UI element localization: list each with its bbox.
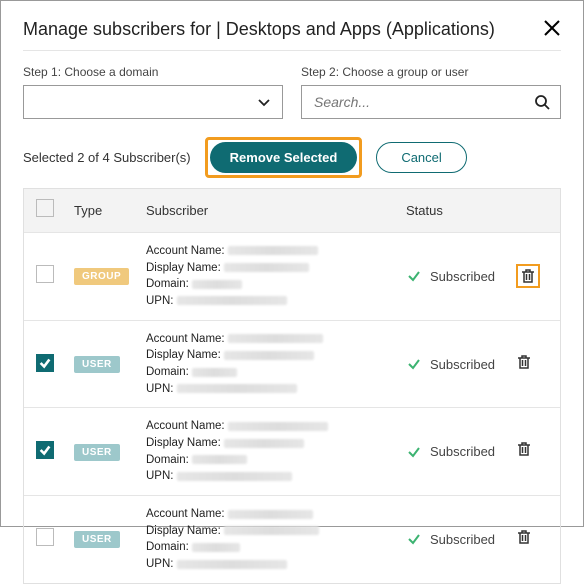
delete-row-button[interactable] xyxy=(516,264,540,288)
steps-row: Step 1: Choose a domain Step 2: Choose a… xyxy=(23,65,561,119)
table-body: GROUP Account Name: Display Name: Domain:… xyxy=(24,233,560,583)
table-row: USER Account Name: Display Name: Domain: … xyxy=(24,321,560,409)
col-subscriber-header: Subscriber xyxy=(146,203,406,218)
action-row: Selected 2 of 4 Subscriber(s) Remove Sel… xyxy=(23,137,561,178)
type-badge: GROUP xyxy=(74,268,129,285)
status-cell: Subscribed xyxy=(406,444,516,460)
col-status-header: Status xyxy=(406,203,516,218)
row-checkbox[interactable] xyxy=(36,528,54,546)
close-button[interactable] xyxy=(543,19,561,37)
delete-row-button[interactable] xyxy=(516,354,532,370)
trash-icon xyxy=(520,268,536,284)
remove-selected-button[interactable]: Remove Selected xyxy=(210,142,358,173)
trash-icon xyxy=(516,529,532,545)
status-label: Subscribed xyxy=(430,532,495,547)
step-search-label: Step 2: Choose a group or user xyxy=(301,65,561,79)
step-domain-label: Step 1: Choose a domain xyxy=(23,65,283,79)
row-checkbox[interactable] xyxy=(36,265,54,283)
subscriber-details: Account Name: Display Name: Domain: UPN: xyxy=(146,243,406,310)
trash-icon xyxy=(516,354,532,370)
step-domain: Step 1: Choose a domain xyxy=(23,65,283,119)
col-type-header: Type xyxy=(74,203,146,218)
check-icon xyxy=(406,444,422,460)
domain-select[interactable] xyxy=(23,85,283,119)
remove-selected-highlight: Remove Selected xyxy=(205,137,363,178)
delete-row-button[interactable] xyxy=(516,441,532,457)
row-checkbox[interactable] xyxy=(36,441,54,459)
search-wrap xyxy=(301,85,561,119)
status-cell: Subscribed xyxy=(406,531,516,547)
check-icon xyxy=(406,356,422,372)
subscriber-details: Account Name: Display Name: Domain: UPN: xyxy=(146,418,406,485)
table-row: USER Account Name: Display Name: Domain: … xyxy=(24,496,560,583)
dialog-header: Manage subscribers for | Desktops and Ap… xyxy=(23,19,561,51)
close-icon xyxy=(543,19,561,37)
row-checkbox[interactable] xyxy=(36,354,54,372)
type-badge: USER xyxy=(74,531,120,548)
table-header: Type Subscriber Status xyxy=(24,189,560,233)
status-label: Subscribed xyxy=(430,444,495,459)
delete-row-button[interactable] xyxy=(516,529,532,545)
trash-icon xyxy=(516,441,532,457)
type-badge: USER xyxy=(74,356,120,373)
check-icon xyxy=(406,531,422,547)
select-all-checkbox[interactable] xyxy=(36,199,54,217)
check-icon xyxy=(406,268,422,284)
table-row: GROUP Account Name: Display Name: Domain:… xyxy=(24,233,560,321)
table-row: USER Account Name: Display Name: Domain: … xyxy=(24,408,560,496)
status-label: Subscribed xyxy=(430,357,495,372)
manage-subscribers-dialog: Manage subscribers for | Desktops and Ap… xyxy=(0,0,584,527)
dialog-title: Manage subscribers for | Desktops and Ap… xyxy=(23,19,495,40)
type-badge: USER xyxy=(74,444,120,461)
subscribers-table: Type Subscriber Status GROUP Account Name… xyxy=(23,188,561,584)
cancel-button[interactable]: Cancel xyxy=(376,142,466,173)
status-cell: Subscribed xyxy=(406,356,516,372)
chevron-down-icon xyxy=(256,94,272,110)
status-label: Subscribed xyxy=(430,269,495,284)
search-input[interactable] xyxy=(312,93,534,111)
subscriber-details: Account Name: Display Name: Domain: UPN: xyxy=(146,331,406,398)
selected-count-text: Selected 2 of 4 Subscriber(s) xyxy=(23,150,191,165)
search-icon xyxy=(534,94,550,110)
subscriber-details: Account Name: Display Name: Domain: UPN: xyxy=(146,506,406,573)
step-search: Step 2: Choose a group or user xyxy=(301,65,561,119)
status-cell: Subscribed xyxy=(406,268,516,284)
